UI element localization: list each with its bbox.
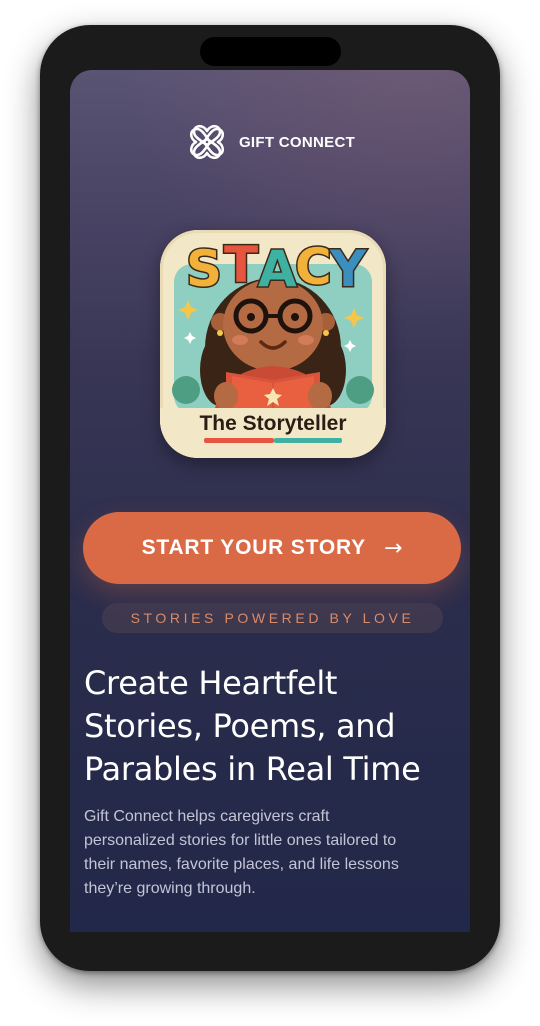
app-icon-title-letter: C xyxy=(295,238,332,296)
phone-frame: GIFT CONNECT S T A C Y The Storyteller S… xyxy=(40,25,500,971)
page-headline: Create Heartfelt Stories, Poems, and Par… xyxy=(84,664,421,788)
tagline-badge: STORIES POWERED BY LOVE xyxy=(102,603,443,633)
page-description: Gift Connect helps caregivers craft pers… xyxy=(84,808,399,897)
stacy-app-icon[interactable]: S T A C Y The Storyteller xyxy=(160,230,386,458)
start-your-story-label: START YOUR STORY xyxy=(141,536,366,559)
arrow-right-icon: → xyxy=(383,535,403,561)
phone-notch xyxy=(200,37,341,66)
app-icon-title-letter: T xyxy=(224,236,258,294)
app-icon-title-letter: S xyxy=(186,240,222,298)
brand-name: GIFT CONNECT xyxy=(238,133,356,151)
app-icon-title-letter: A xyxy=(258,240,297,298)
app-icon-title-letter: Y xyxy=(329,240,367,298)
heart-knot-logo-icon xyxy=(189,124,225,160)
app-icon-subtitle: The Storyteller xyxy=(199,412,346,435)
start-your-story-button[interactable]: START YOUR STORY → xyxy=(83,512,461,584)
brand-header: GIFT CONNECT xyxy=(70,120,470,164)
app-screen: GIFT CONNECT S T A C Y The Storyteller S… xyxy=(70,70,470,932)
